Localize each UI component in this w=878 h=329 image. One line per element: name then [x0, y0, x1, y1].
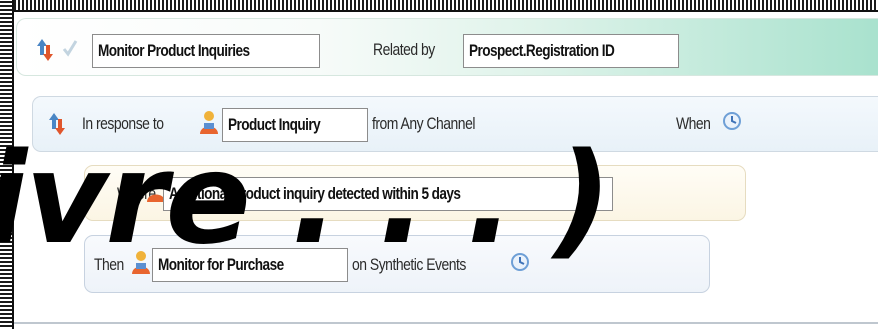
check-icon[interactable]	[62, 38, 78, 58]
person-icon	[132, 251, 150, 274]
target-text: on Synthetic Events	[352, 255, 466, 274]
related-by-field[interactable]: Prospect.Registration ID	[463, 34, 679, 68]
event-value: Product Inquiry	[228, 115, 321, 134]
source-text: from Any Channel	[372, 114, 475, 133]
condition-field[interactable]: Additional product inquiry detected with…	[163, 177, 613, 211]
updown-arrow-icon[interactable]	[36, 37, 56, 63]
rule-name-value: Monitor Product Inquiries	[98, 41, 250, 60]
then-label: Then	[94, 255, 124, 274]
person-icon	[200, 111, 218, 134]
condition-value: Additional product inquiry detected with…	[169, 184, 461, 203]
updown-arrow-icon[interactable]	[48, 111, 68, 137]
response-prefix: In response to	[82, 114, 164, 133]
rule-name-field[interactable]: Monitor Product Inquiries	[92, 34, 320, 68]
when-label: When	[676, 114, 711, 133]
related-by-label: Related by	[373, 40, 435, 59]
clock-icon[interactable]	[722, 109, 742, 133]
clock-icon[interactable]	[510, 250, 530, 274]
bottom-divider	[14, 322, 878, 324]
action-value: Monitor for Purchase	[158, 255, 284, 274]
dotted-frame-left	[0, 0, 14, 329]
dotted-frame-top	[0, 0, 878, 12]
event-field[interactable]: Product Inquiry	[222, 108, 368, 142]
related-by-value: Prospect.Registration ID	[469, 41, 615, 60]
action-field[interactable]: Monitor for Purchase	[152, 248, 348, 282]
